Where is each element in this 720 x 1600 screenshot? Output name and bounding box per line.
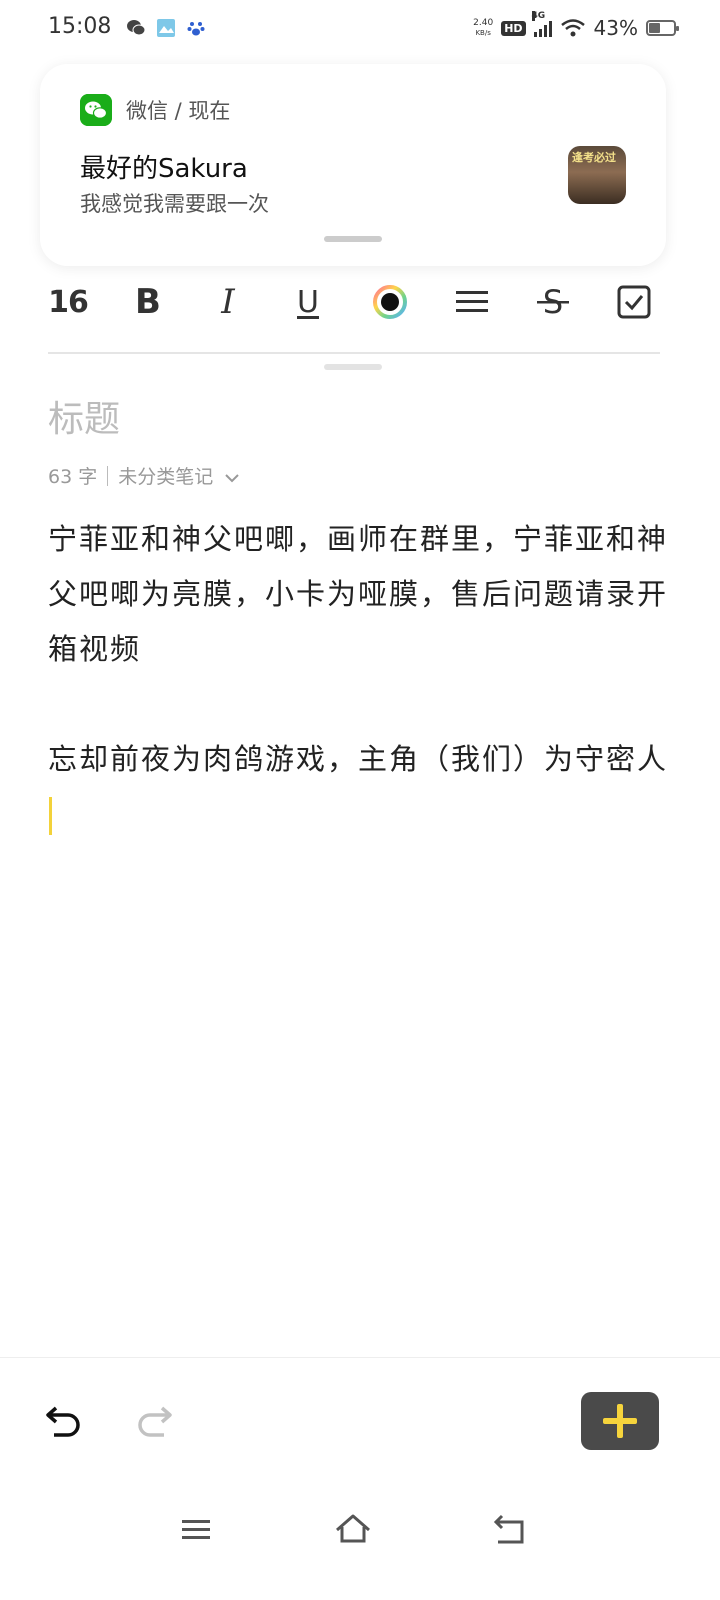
add-button[interactable] xyxy=(581,1392,659,1450)
meta-separator xyxy=(107,465,109,486)
note-paragraph: 忘却前夜为肉鸽游戏，主角（我们）为守密人 xyxy=(48,732,668,842)
back-icon[interactable] xyxy=(490,1510,530,1550)
bold-button[interactable]: B xyxy=(128,280,168,324)
undo-icon[interactable] xyxy=(44,1400,84,1440)
align-button[interactable] xyxy=(452,280,492,324)
signal-icon: 4G xyxy=(531,11,552,37)
underline-button[interactable]: U xyxy=(288,280,328,324)
net-type: 4G xyxy=(531,11,546,21)
net-speed-value: 2.40 xyxy=(473,18,494,28)
home-icon[interactable] xyxy=(333,1510,373,1550)
notification-message: 我感觉我需要跟一次 xyxy=(80,192,269,216)
wifi-icon xyxy=(560,19,585,37)
status-right: 2.40 KB/s HD 4G 43% xyxy=(473,11,679,42)
checkbox-icon xyxy=(617,285,651,319)
net-speed-unit: KB/s xyxy=(475,29,491,37)
italic-button[interactable]: I xyxy=(208,280,248,324)
color-wheel-icon xyxy=(373,285,407,319)
notification-app-name: 微信 / 现在 xyxy=(126,99,231,123)
note-meta: 63 字 未分类笔记 xyxy=(48,462,239,489)
text-color-button[interactable] xyxy=(370,280,410,324)
notification-sender: 最好的Sakura xyxy=(80,154,248,184)
align-lines-icon xyxy=(456,291,488,312)
note-body-editor[interactable]: 宁菲亚和神父吧唧，画师在群里，宁菲亚和神父吧唧为亮膜，小卡为哑膜，售后问题请录开… xyxy=(48,512,668,842)
baidu-paw-icon xyxy=(187,22,205,36)
category-label: 未分类笔记 xyxy=(118,466,214,488)
system-navbar xyxy=(0,1500,720,1556)
strikethrough-icon: S xyxy=(537,284,569,320)
checklist-button[interactable] xyxy=(614,280,654,324)
hd-badge: HD xyxy=(501,20,526,36)
word-count: 63 字 xyxy=(48,466,98,488)
plus-icon xyxy=(603,1404,637,1438)
chevron-down-icon xyxy=(225,474,239,483)
note-title-input[interactable]: 标题 xyxy=(48,390,120,442)
wechat-icon xyxy=(127,20,146,36)
note-paragraph-text: 忘却前夜为肉鸽游戏，主角（我们）为守密人 xyxy=(48,742,669,776)
app-image-icon xyxy=(157,19,175,37)
net-speed: 2.40 KB/s xyxy=(473,18,493,38)
menu-icon[interactable] xyxy=(176,1510,216,1550)
notification-handle[interactable] xyxy=(324,236,382,242)
font-size-button[interactable]: 16 xyxy=(48,280,89,324)
toolbar-drag-handle[interactable] xyxy=(324,364,382,370)
bottom-divider xyxy=(0,1357,720,1358)
wechat-notification[interactable]: 微信 / 现在 最好的Sakura 我感觉我需要跟一次 逢考必过 xyxy=(40,64,666,266)
note-paragraph: 宁菲亚和神父吧唧，画师在群里，宁菲亚和神父吧唧为亮膜，小卡为哑膜，售后问题请录开… xyxy=(48,522,669,666)
toolbar-divider xyxy=(48,352,660,354)
redo-icon[interactable] xyxy=(134,1400,174,1440)
notification-avatar: 逢考必过 xyxy=(568,146,626,204)
status-bar: 15:08 2.40 KB/s HD 4G 43% xyxy=(0,0,720,56)
strikethrough-button[interactable]: S xyxy=(533,280,573,324)
battery-icon xyxy=(646,20,679,36)
status-time: 15:08 xyxy=(48,14,112,39)
battery-percent: 43% xyxy=(593,16,638,40)
text-caret xyxy=(49,797,52,835)
format-toolbar: 16 B I U S xyxy=(48,280,660,328)
thumb-caption: 逢考必过 xyxy=(572,151,616,164)
wechat-app-icon xyxy=(80,94,112,126)
category-dropdown[interactable]: 未分类笔记 xyxy=(118,462,239,489)
